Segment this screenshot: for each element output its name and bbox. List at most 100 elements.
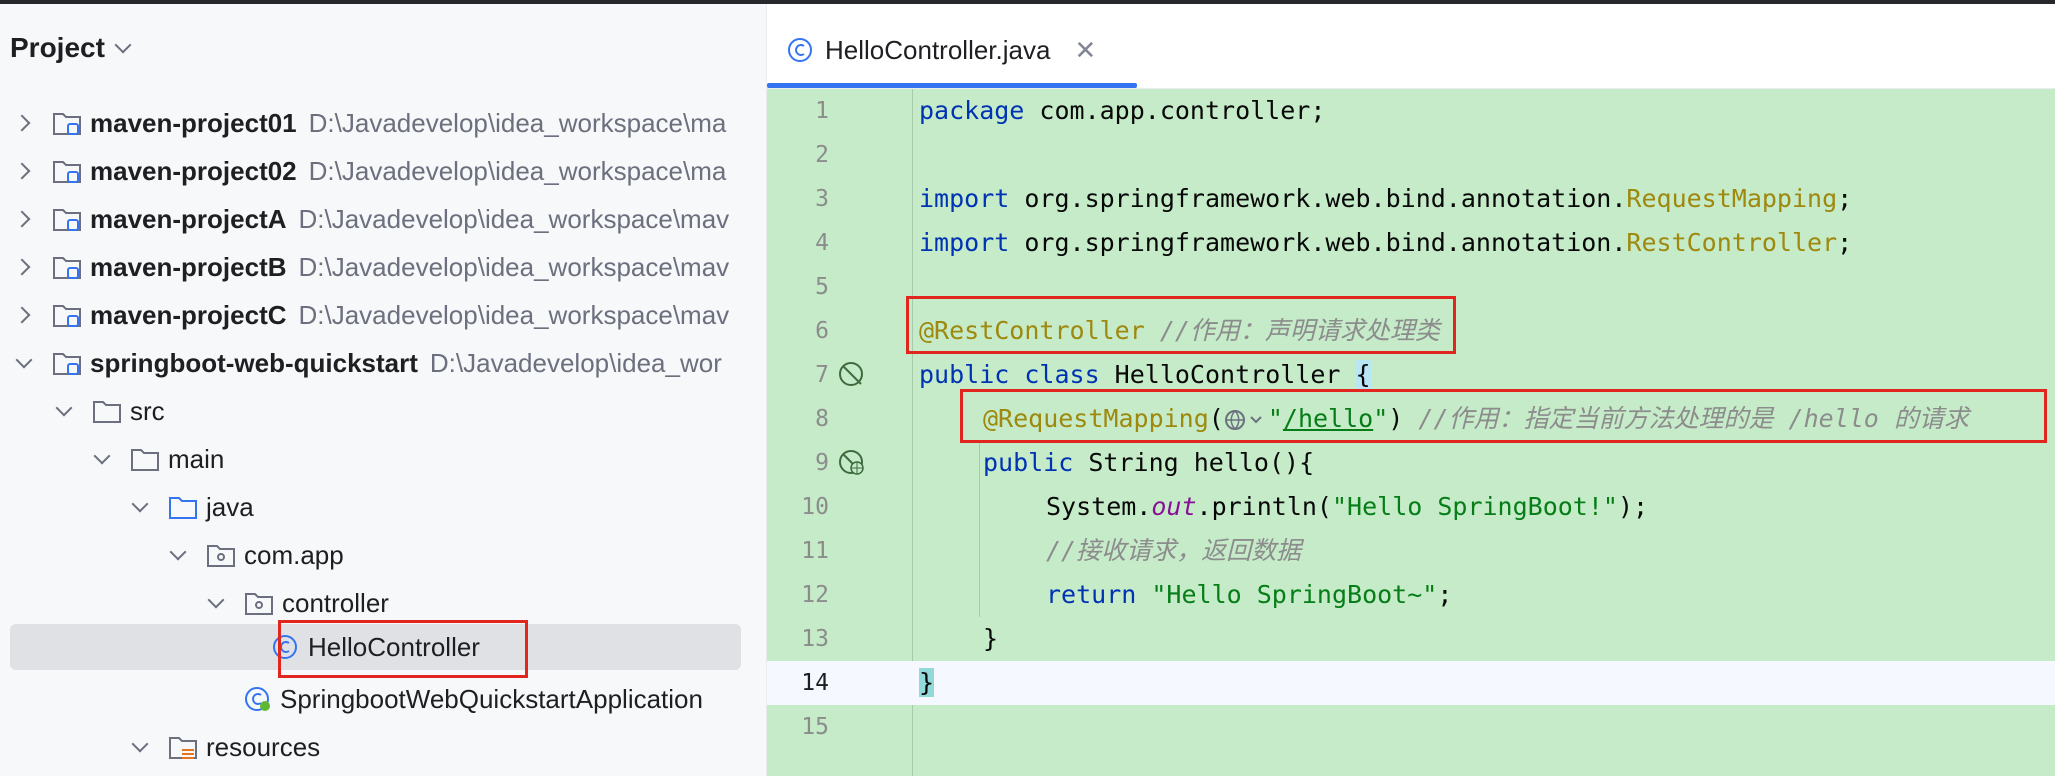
- code-editor[interactable]: HelloController.java ✕ 1 package com.app…: [767, 4, 2055, 776]
- code-line-12: 12 return "Hello SpringBoot~";: [767, 573, 2055, 617]
- tree-item-label: maven-projectA: [90, 203, 287, 234]
- code-text: //接收请求，返回数据: [1046, 536, 1302, 565]
- code-text: import org.springframework.web.bind.anno…: [919, 228, 1853, 257]
- tree-item-label: springboot-web-quickstart: [90, 347, 418, 378]
- tree-item-maven-project02[interactable]: maven-project02 D:\Javadevelop\idea_work…: [12, 148, 726, 194]
- project-view-selector[interactable]: Project: [10, 30, 132, 66]
- highlight-box-request-mapping: [960, 389, 2047, 443]
- line-number: 9: [815, 450, 829, 476]
- chevron-right-icon[interactable]: [12, 255, 36, 279]
- chevron-right-icon[interactable]: [12, 159, 36, 183]
- highlight-box-rest-controller: [906, 296, 1456, 354]
- tree-item-label: maven-projectC: [90, 299, 287, 330]
- tree-item-maven-projectC[interactable]: maven-projectC D:\Javadevelop\idea_works…: [12, 292, 729, 338]
- chevron-down-icon[interactable]: [204, 591, 228, 615]
- code-line-9: 9 public String hello(){: [767, 441, 2055, 485]
- tree-item-path: D:\Javadevelop\idea_workspace\mav: [298, 251, 730, 282]
- project-tool-window: Project maven-project01 D:\Javadevelop\i…: [0, 4, 766, 776]
- code-line-1: 1 package com.app.controller;: [767, 89, 2055, 133]
- tree-item-main[interactable]: main: [90, 436, 224, 482]
- tree-item-label: controller: [282, 587, 389, 618]
- code-text: import org.springframework.web.bind.anno…: [919, 184, 1853, 213]
- code-line-15: 15: [767, 705, 2055, 749]
- editor-tab-bar: HelloController.java ✕: [767, 4, 2055, 89]
- code-line-2: 2: [767, 133, 2055, 177]
- code-line-3: 3 import org.springframework.web.bind.an…: [767, 177, 2055, 221]
- tree-item-label: com.app: [244, 539, 344, 570]
- code-text: }: [919, 668, 935, 697]
- code-text: package com.app.controller;: [919, 96, 1326, 125]
- chevron-right-icon[interactable]: [12, 207, 36, 231]
- request-mapping-globe-icon[interactable]: [837, 448, 867, 478]
- project-panel-title: Project: [10, 32, 105, 63]
- java-class-icon: [788, 38, 812, 62]
- code-line-11: 11 //接收请求，返回数据: [767, 529, 2055, 573]
- tree-item-com-app[interactable]: com.app: [166, 532, 344, 578]
- tree-item-java[interactable]: java: [128, 484, 254, 530]
- chevron-down-icon[interactable]: [90, 447, 114, 471]
- tree-item-springboot-application[interactable]: SpringbootWebQuickstartApplication: [218, 676, 703, 722]
- chevron-right-icon[interactable]: [12, 303, 36, 327]
- close-icon[interactable]: ✕: [1074, 37, 1096, 63]
- tree-item-label: maven-project02: [90, 155, 297, 186]
- line-number: 2: [815, 142, 829, 168]
- chevron-down-icon[interactable]: [128, 495, 152, 519]
- tree-item-maven-project01[interactable]: maven-project01 D:\Javadevelop\idea_work…: [12, 100, 726, 146]
- tab-hello-controller[interactable]: HelloController.java ✕: [785, 26, 1096, 74]
- highlight-box-hello-controller: [278, 620, 528, 678]
- line-number: 12: [801, 582, 829, 608]
- tree-item-resources[interactable]: resources: [128, 724, 320, 770]
- code-line-4: 4 import org.springframework.web.bind.an…: [767, 221, 2055, 265]
- package-icon: [245, 593, 273, 615]
- line-number: 15: [801, 714, 829, 740]
- chevron-down-icon[interactable]: [12, 351, 36, 375]
- module-folder-icon: [53, 305, 81, 327]
- chevron-down-icon[interactable]: [52, 399, 76, 423]
- package-icon: [207, 545, 235, 567]
- tree-item-path: D:\Javadevelop\idea_workspace\ma: [308, 155, 727, 186]
- tree-item-label: java: [206, 491, 254, 522]
- tree-item-maven-projectB[interactable]: maven-projectB D:\Javadevelop\idea_works…: [12, 244, 729, 290]
- code-text: System.out.println("Hello SpringBoot!");: [1046, 492, 1649, 521]
- line-number: 4: [815, 230, 829, 256]
- tree-item-label: SpringbootWebQuickstartApplication: [280, 683, 703, 714]
- indent-guide: [979, 441, 980, 617]
- module-folder-icon: [53, 209, 81, 231]
- tree-item-path: D:\Javadevelop\idea_workspace\mav: [298, 299, 730, 330]
- line-number: 14: [801, 670, 829, 696]
- tree-item-springboot-web-quickstart[interactable]: springboot-web-quickstart D:\Javadevelop…: [12, 340, 722, 386]
- folder-icon: [93, 401, 121, 423]
- tree-item-maven-projectA[interactable]: maven-projectA D:\Javadevelop\idea_works…: [12, 196, 729, 242]
- line-number: 1: [815, 98, 829, 124]
- line-number: 5: [815, 274, 829, 300]
- module-folder-icon: [53, 161, 81, 183]
- tree-item-path: D:\Javadevelop\idea_wor: [429, 347, 722, 378]
- code-text: return "Hello SpringBoot~";: [1046, 580, 1453, 609]
- code-line-13: 13 }: [767, 617, 2055, 661]
- tree-item-label: resources: [206, 731, 321, 762]
- module-folder-icon: [53, 353, 81, 375]
- code-line-14: 14 }: [767, 661, 2055, 705]
- module-folder-icon: [53, 113, 81, 135]
- tree-item-label: maven-project01: [90, 107, 297, 138]
- bean-disabled-icon[interactable]: [837, 360, 867, 390]
- chevron-down-icon[interactable]: [128, 735, 152, 759]
- chevron-down-icon: [114, 36, 132, 54]
- spring-boot-class-icon: [245, 687, 270, 711]
- line-number: 11: [801, 538, 829, 564]
- code-text: }: [983, 624, 999, 653]
- tree-item-path: D:\Javadevelop\idea_workspace\mav: [298, 203, 730, 234]
- line-number: 6: [815, 318, 829, 344]
- tree-item-src[interactable]: src: [52, 388, 165, 434]
- line-number: 10: [801, 494, 829, 520]
- line-number: 8: [815, 406, 829, 432]
- tree-item-path: D:\Javadevelop\idea_workspace\ma: [308, 107, 727, 138]
- folder-icon: [131, 449, 159, 471]
- chevron-down-icon[interactable]: [166, 543, 190, 567]
- chevron-right-icon[interactable]: [12, 111, 36, 135]
- line-number: 3: [815, 186, 829, 212]
- tree-item-label: src: [130, 395, 165, 426]
- tree-item-label: main: [168, 443, 225, 474]
- line-number: 7: [815, 362, 829, 388]
- tab-label: HelloController.java: [825, 34, 1051, 65]
